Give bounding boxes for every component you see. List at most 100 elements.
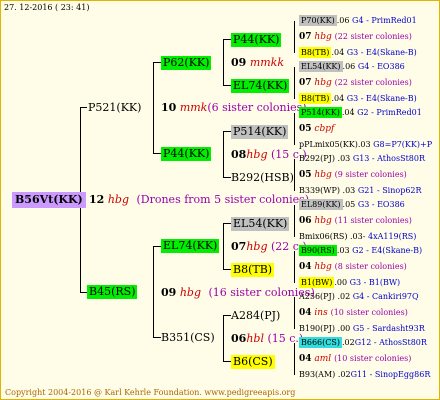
gen3c-line: 07hbg (22 c.) <box>231 240 307 253</box>
gen4-2-top-info: G2 - PrimRed01 <box>357 108 422 117</box>
gen4-5-bottom-code: .00 <box>334 278 348 287</box>
gen2a-top[interactable]: P62(KK) <box>161 56 212 70</box>
gen4-2-race: cbpf <box>314 124 335 134</box>
gen4-5-top-code: .03 <box>336 246 350 255</box>
gen4-4-note: (11 sister colonies) <box>334 216 412 225</box>
gen4-6-top[interactable]: A256(PJ) <box>299 292 335 301</box>
connector <box>223 39 231 40</box>
root-queen[interactable]: B56Vt(KK) <box>12 192 86 208</box>
connector <box>223 39 224 85</box>
gen4-5-top-info: G2 - E4(Skane-B) <box>352 246 423 255</box>
gen4-6-bottom[interactable]: B190(PJ) <box>299 324 335 333</box>
gen4-4-top-code: .05 <box>342 200 356 209</box>
gen4-4-top[interactable]: EL89(KK) <box>299 199 343 210</box>
gen4-4-bottom-code: .03 <box>350 232 363 241</box>
connector <box>223 269 231 270</box>
gen3d-line: 06hbl (15 c.) <box>231 332 304 345</box>
gen4-1-bottom-info: G3 - E4(Skane-B) <box>346 94 417 103</box>
gen4-2-num: 05 <box>299 124 312 134</box>
gen4-5-top[interactable]: B90(RS) <box>299 245 337 256</box>
gen4-5-race: hbg <box>314 262 332 272</box>
gen3d-top[interactable]: A284(PJ) <box>231 309 280 323</box>
gen4-5-bottom[interactable]: B1(BW) <box>299 277 335 288</box>
connector <box>294 21 295 53</box>
gen4-1-top-code: .06 <box>342 62 356 71</box>
gen4-1-race: hbg <box>314 78 332 88</box>
pedigree-canvas: { "header": { "date": "27. 12-2016 ( 23:… <box>0 0 440 400</box>
gen4-1-top-info: G4 - EO386 <box>357 62 405 71</box>
gen3c-bottom[interactable]: B8(TB) <box>231 263 275 277</box>
gen4-7-bottom-info: G11 - SinopEgg86R <box>350 370 431 379</box>
connector <box>80 107 87 108</box>
gen4-7-race: aml <box>314 354 332 364</box>
gen3a-line: 09 mmkk <box>231 56 285 69</box>
connector <box>153 62 161 63</box>
gen4-7-top[interactable]: B666(CS) <box>299 337 342 348</box>
gen2a-bottom[interactable]: P44(KK) <box>161 147 212 161</box>
gen4-2-bottom-info: G8=P7(KK)+P <box>373 140 433 149</box>
connector <box>294 205 295 237</box>
gen4-7-num: 04 <box>299 354 312 364</box>
gen2b-top[interactable]: EL74(KK) <box>161 239 220 253</box>
gen4-2-top[interactable]: P514(KK) <box>299 107 342 118</box>
gen4-5-num: 04 <box>299 262 312 272</box>
gen4-1-top[interactable]: EL54(KK) <box>299 61 343 72</box>
gen4-3-top[interactable]: B292(PJ) <box>299 154 335 163</box>
gen4-3-note: (9 sister colonies) <box>334 170 407 179</box>
gen4-1-bottom-code: .04 <box>331 94 345 103</box>
copyright: Copyright 2004-2016 @ Karl Kehrle Founda… <box>5 388 296 397</box>
gen3b-bottom[interactable]: B292(HSB) <box>231 171 294 185</box>
gen4-0-top-code: .06 <box>336 16 350 25</box>
connector <box>294 159 295 191</box>
connector <box>223 223 224 269</box>
connector <box>223 85 231 86</box>
connector <box>223 177 231 178</box>
gen4-0-top[interactable]: P70(KK) <box>299 15 337 26</box>
gen4-3-top-code: .03 <box>337 154 351 163</box>
gen4-6-bottom-code: .00 <box>337 324 351 333</box>
gen4-4-bottom[interactable]: Bmix06(RS) <box>299 232 347 241</box>
connector <box>223 131 231 132</box>
gen4-0-bottom-info: G3 - E4(Skane-B) <box>346 48 417 57</box>
gen4-0-race: hbg <box>314 32 332 42</box>
root-id: B56Vt(KK) <box>12 192 86 208</box>
gen2b-bottom[interactable]: B351(CS) <box>161 331 215 345</box>
gen3c-top[interactable]: EL54(KK) <box>231 217 290 231</box>
gen2a-line: 10 mmk(6 sister colonies) <box>161 101 307 114</box>
gen4-0-bottom[interactable]: B8(TB) <box>299 47 332 58</box>
gen4-1-bottom[interactable]: B8(TB) <box>299 93 332 104</box>
gen4-3-num: 05 <box>299 170 312 180</box>
connector <box>153 246 161 247</box>
date-stamp: 27. 12-2016 ( 23: 41) <box>4 3 90 12</box>
gen4-1-note: (22 sister colonies) <box>334 78 412 87</box>
gen1-queen-mother[interactable]: P521(KK) <box>88 101 141 115</box>
gen3a-top[interactable]: P44(KK) <box>231 33 282 47</box>
gen4-4-top-info: G3 - EO386 <box>357 200 405 209</box>
gen4-3-bottom-info: G21 - Sinop62R <box>357 186 422 195</box>
connector <box>153 337 161 338</box>
gen4-6-bottom-info: G5 - Sardasht93R <box>352 324 425 333</box>
gen4-3-bottom-code: .03 <box>342 186 356 195</box>
gen4-7-bottom-code: .02 <box>337 370 351 379</box>
gen4-3-race: hbg <box>314 170 332 180</box>
gen4-7-top-info: G12 - AthosSt80R <box>354 338 427 347</box>
connector <box>294 113 295 145</box>
gen4-2-bottom[interactable]: pPLmix05(KK) <box>299 140 358 149</box>
gen4-3-bottom[interactable]: B339(WP) <box>299 186 340 195</box>
connector <box>223 131 224 177</box>
gen3a-bottom[interactable]: EL74(KK) <box>231 79 290 93</box>
gen4-6-num: 04 <box>299 308 312 318</box>
connector <box>223 315 231 316</box>
gen3d-bottom[interactable]: B6(CS) <box>231 355 275 369</box>
connector <box>80 292 87 293</box>
gen4-7-bottom[interactable]: B93(AM) <box>299 370 335 379</box>
gen1-drone-mother[interactable]: B45(RS) <box>87 285 138 299</box>
gen2b-line: 09 hbg (16 sister colonies) <box>161 286 315 299</box>
gen4-5-note: (8 sister colonies) <box>334 262 407 271</box>
gen4-5-bottom-info: G3 - B1(BW) <box>349 278 401 287</box>
gen4-2-top-code: .04 <box>341 108 355 117</box>
connector <box>294 343 295 375</box>
gen3b-top[interactable]: P514(KK) <box>231 125 289 139</box>
connector <box>223 361 231 362</box>
gen4-6-note: (10 sister colonies) <box>330 308 408 317</box>
